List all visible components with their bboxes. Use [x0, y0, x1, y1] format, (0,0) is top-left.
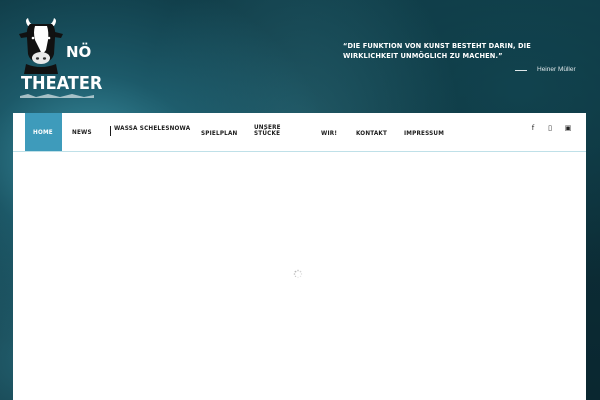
- nav-item-wir[interactable]: WIR!: [320, 113, 338, 151]
- site-logo[interactable]: NÖ THEATER: [18, 18, 102, 100]
- loading-spinner-icon: [293, 269, 303, 279]
- nav-item-impressum[interactable]: IMPRESSUM: [403, 113, 445, 151]
- logo-text-no: NÖ: [66, 43, 92, 61]
- main-navigation: HOME NEWS WASSA SCHELESNOWA SPIELPLAN UN…: [13, 113, 586, 152]
- logo-text-theater: THEATER: [21, 73, 103, 94]
- nav-item-unsere-stuecke-label: UNSERE STÜCKE: [254, 124, 281, 137]
- youtube-icon[interactable]: ▣: [563, 123, 573, 133]
- nav-item-kontakt[interactable]: KONTAKT: [355, 113, 388, 151]
- nav-item-spielplan-label: SPIELPLAN: [201, 130, 238, 137]
- nav-item-wir-label: WIR!: [321, 130, 338, 137]
- nav-item-home[interactable]: HOME: [25, 113, 62, 151]
- header-quote: “DIE FUNKTION VON KUNST BESTEHT DARIN, D…: [343, 41, 531, 60]
- quote-author-dash: [515, 70, 527, 71]
- nav-item-unsere-stuecke[interactable]: UNSERE STÜCKE: [254, 113, 282, 151]
- nav-item-home-label: HOME: [33, 129, 53, 136]
- facebook-icon[interactable]: f: [528, 123, 538, 133]
- main-content: HOME NEWS WASSA SCHELESNOWA SPIELPLAN UN…: [13, 113, 586, 400]
- instagram-icon[interactable]: ▯: [545, 123, 555, 133]
- nav-item-wassa-schelesnowa-label: WASSA SCHELESNOWA: [114, 125, 191, 132]
- nav-item-spielplan[interactable]: SPIELPLAN: [200, 113, 238, 151]
- quote-author: Heiner Müller: [515, 65, 585, 75]
- nav-item-news[interactable]: NEWS: [71, 113, 95, 151]
- nav-separator: [110, 126, 111, 136]
- nav-item-kontakt-label: KONTAKT: [356, 130, 388, 137]
- quote-author-name: Heiner Müller: [537, 66, 576, 73]
- nav-item-impressum-label: IMPRESSUM: [404, 130, 445, 137]
- nav-item-news-label: NEWS: [72, 129, 92, 136]
- nav-item-wassa-schelesnowa[interactable]: WASSA SCHELESNOWA: [110, 113, 190, 151]
